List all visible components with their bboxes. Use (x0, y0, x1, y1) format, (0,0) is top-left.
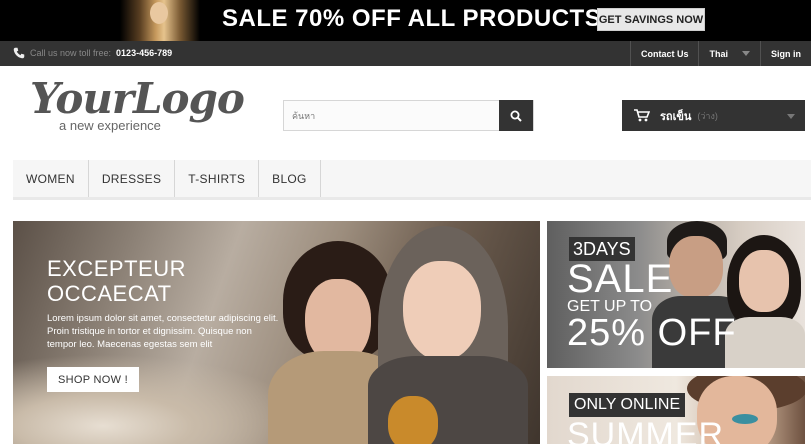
promo-headline: SALE 70% OFF ALL PRODUCTS (222, 5, 602, 32)
cart-button[interactable]: รถเข็น (ว่าง) (622, 100, 805, 131)
cart-icon (634, 109, 650, 122)
summer-title: SUMMER (567, 416, 725, 444)
online-tag: ONLY ONLINE (569, 393, 686, 417)
language-selector[interactable]: Thai (698, 41, 760, 66)
top-nav: Call us now toll free: 0123-456-789 Cont… (0, 41, 811, 66)
menu-item-dresses[interactable]: DRESSES (89, 160, 176, 197)
contact-us-link[interactable]: Contact Us (629, 41, 699, 66)
sale-title: SALE (567, 257, 674, 301)
language-label: Thai (709, 48, 728, 59)
call-text: Call us now toll free: (30, 48, 112, 58)
hero-title: EXCEPTEUR OCCAECAT (47, 256, 186, 306)
sale-banner[interactable]: 3DAYS SALE GET UP TO 25% OFF (547, 221, 805, 368)
promo-banner[interactable]: SALE 70% OFF ALL PRODUCTS GET SAVINGS NO… (0, 0, 811, 41)
chevron-down-icon (787, 114, 795, 119)
summer-banner[interactable]: ONLY ONLINE SUMMER (547, 376, 805, 444)
logo-tagline: a new experience (59, 118, 161, 133)
cart-status: (ว่าง) (697, 110, 718, 121)
promo-model-image (120, 0, 200, 41)
nav-links: Contact Us Thai Sign in (629, 41, 811, 66)
menu-item-blog[interactable]: BLOG (259, 160, 321, 197)
hero-description: Lorem ipsum dolor sit amet, consectetur … (47, 313, 279, 350)
banner-model-woman (725, 235, 805, 368)
main-menu: WOMEN DRESSES T-SHIRTS BLOG (13, 160, 811, 200)
search-input[interactable] (284, 101, 500, 130)
logo-main-text: YourLogo (30, 74, 245, 123)
hero-slide[interactable]: EXCEPTEUR OCCAECAT Lorem ipsum dolor sit… (13, 221, 540, 444)
hero-mitten-image (388, 396, 438, 444)
get-savings-button[interactable]: GET SAVINGS NOW (597, 8, 705, 31)
site-logo[interactable]: YourLogo a new experience (30, 74, 245, 136)
hero-title-line2: OCCAECAT (47, 281, 172, 306)
search-icon (510, 110, 522, 122)
phone-number: 0123-456-789 (116, 48, 173, 58)
cart-label: รถเข็น (660, 110, 692, 123)
shop-now-button[interactable]: SHOP NOW ! (47, 367, 139, 392)
hero-title-line1: EXCEPTEUR (47, 256, 186, 281)
search-button[interactable] (499, 100, 533, 131)
sign-in-link[interactable]: Sign in (760, 41, 811, 66)
chevron-down-icon (742, 51, 750, 56)
phone-info: Call us now toll free: 0123-456-789 (13, 47, 172, 59)
sale-percent: 25% OFF (567, 312, 737, 354)
menu-item-t-shirts[interactable]: T-SHIRTS (175, 160, 260, 197)
search-box (283, 100, 534, 131)
menu-item-women[interactable]: WOMEN (13, 160, 89, 197)
banner-model-eye (732, 414, 758, 424)
phone-icon (13, 47, 25, 59)
